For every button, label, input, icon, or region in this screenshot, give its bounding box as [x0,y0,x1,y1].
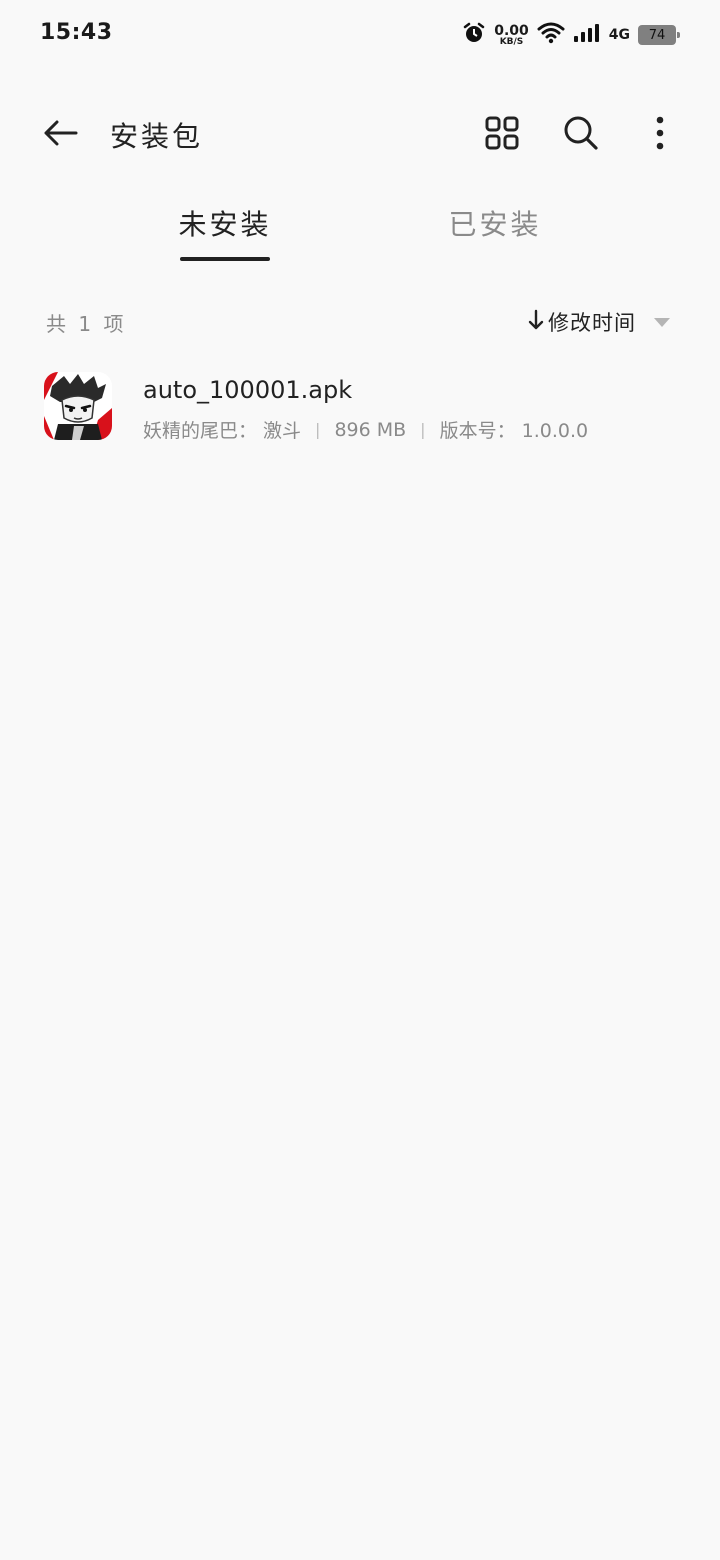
sort-selector[interactable]: 修改时间 [528,304,670,340]
network-speed-unit: KB/S [499,36,524,47]
wifi-icon [537,22,565,48]
more-vert-icon [655,116,665,154]
toolbar: 安装包 [0,95,720,175]
back-arrow-icon [42,119,78,151]
more-options-button[interactable] [634,109,686,161]
battery-icon: 74 [638,25,680,45]
tab-active-indicator [180,257,270,261]
back-button[interactable] [36,113,84,157]
network-type: 4G [608,27,630,43]
caret-down-icon [654,317,670,327]
tab-label: 未安装 [178,208,272,241]
file-version: 版本号： 1.0.0.0 [439,420,589,442]
grid-view-icon [485,116,519,154]
network-speed-value: 0.00 [494,22,529,39]
search-icon [563,115,599,155]
network-speed: 0.00 KB/S [494,24,529,47]
file-meta: 妖精的尾巴： 激斗 | 896 MB | 版本号： 1.0.0.0 [143,416,588,443]
status-bar: 15:43 0.00 KB/S 4G 74 [0,0,720,70]
file-name: auto_100001.apk [143,376,353,404]
tab-not-installed[interactable]: 未安装 [125,195,325,261]
meta-separator: | [315,420,321,439]
file-source: 妖精的尾巴： 激斗 [143,420,302,442]
list-header: 共 1 项 修改时间 [0,300,720,344]
list-item[interactable]: auto_100001.apk 妖精的尾巴： 激斗 | 896 MB | 版本号… [0,360,720,456]
signal-icon [573,23,601,47]
grid-view-button[interactable] [476,109,528,161]
app-icon [44,372,112,440]
status-icons: 0.00 KB/S 4G 74 [462,20,680,50]
sort-label: 修改时间 [548,311,636,335]
search-button[interactable] [555,109,607,161]
item-count: 共 1 项 [46,312,127,336]
tab-bar: 未安装 已安装 [0,195,720,265]
status-time: 15:43 [40,20,113,45]
battery-level: 74 [648,27,666,43]
tab-label: 已安装 [448,208,542,241]
meta-separator: | [420,420,426,439]
tab-installed[interactable]: 已安装 [395,195,595,261]
page-title: 安装包 [110,120,204,153]
file-size: 896 MB [334,418,407,441]
alarm-icon [462,21,486,49]
sort-arrow-down-icon [528,309,544,335]
